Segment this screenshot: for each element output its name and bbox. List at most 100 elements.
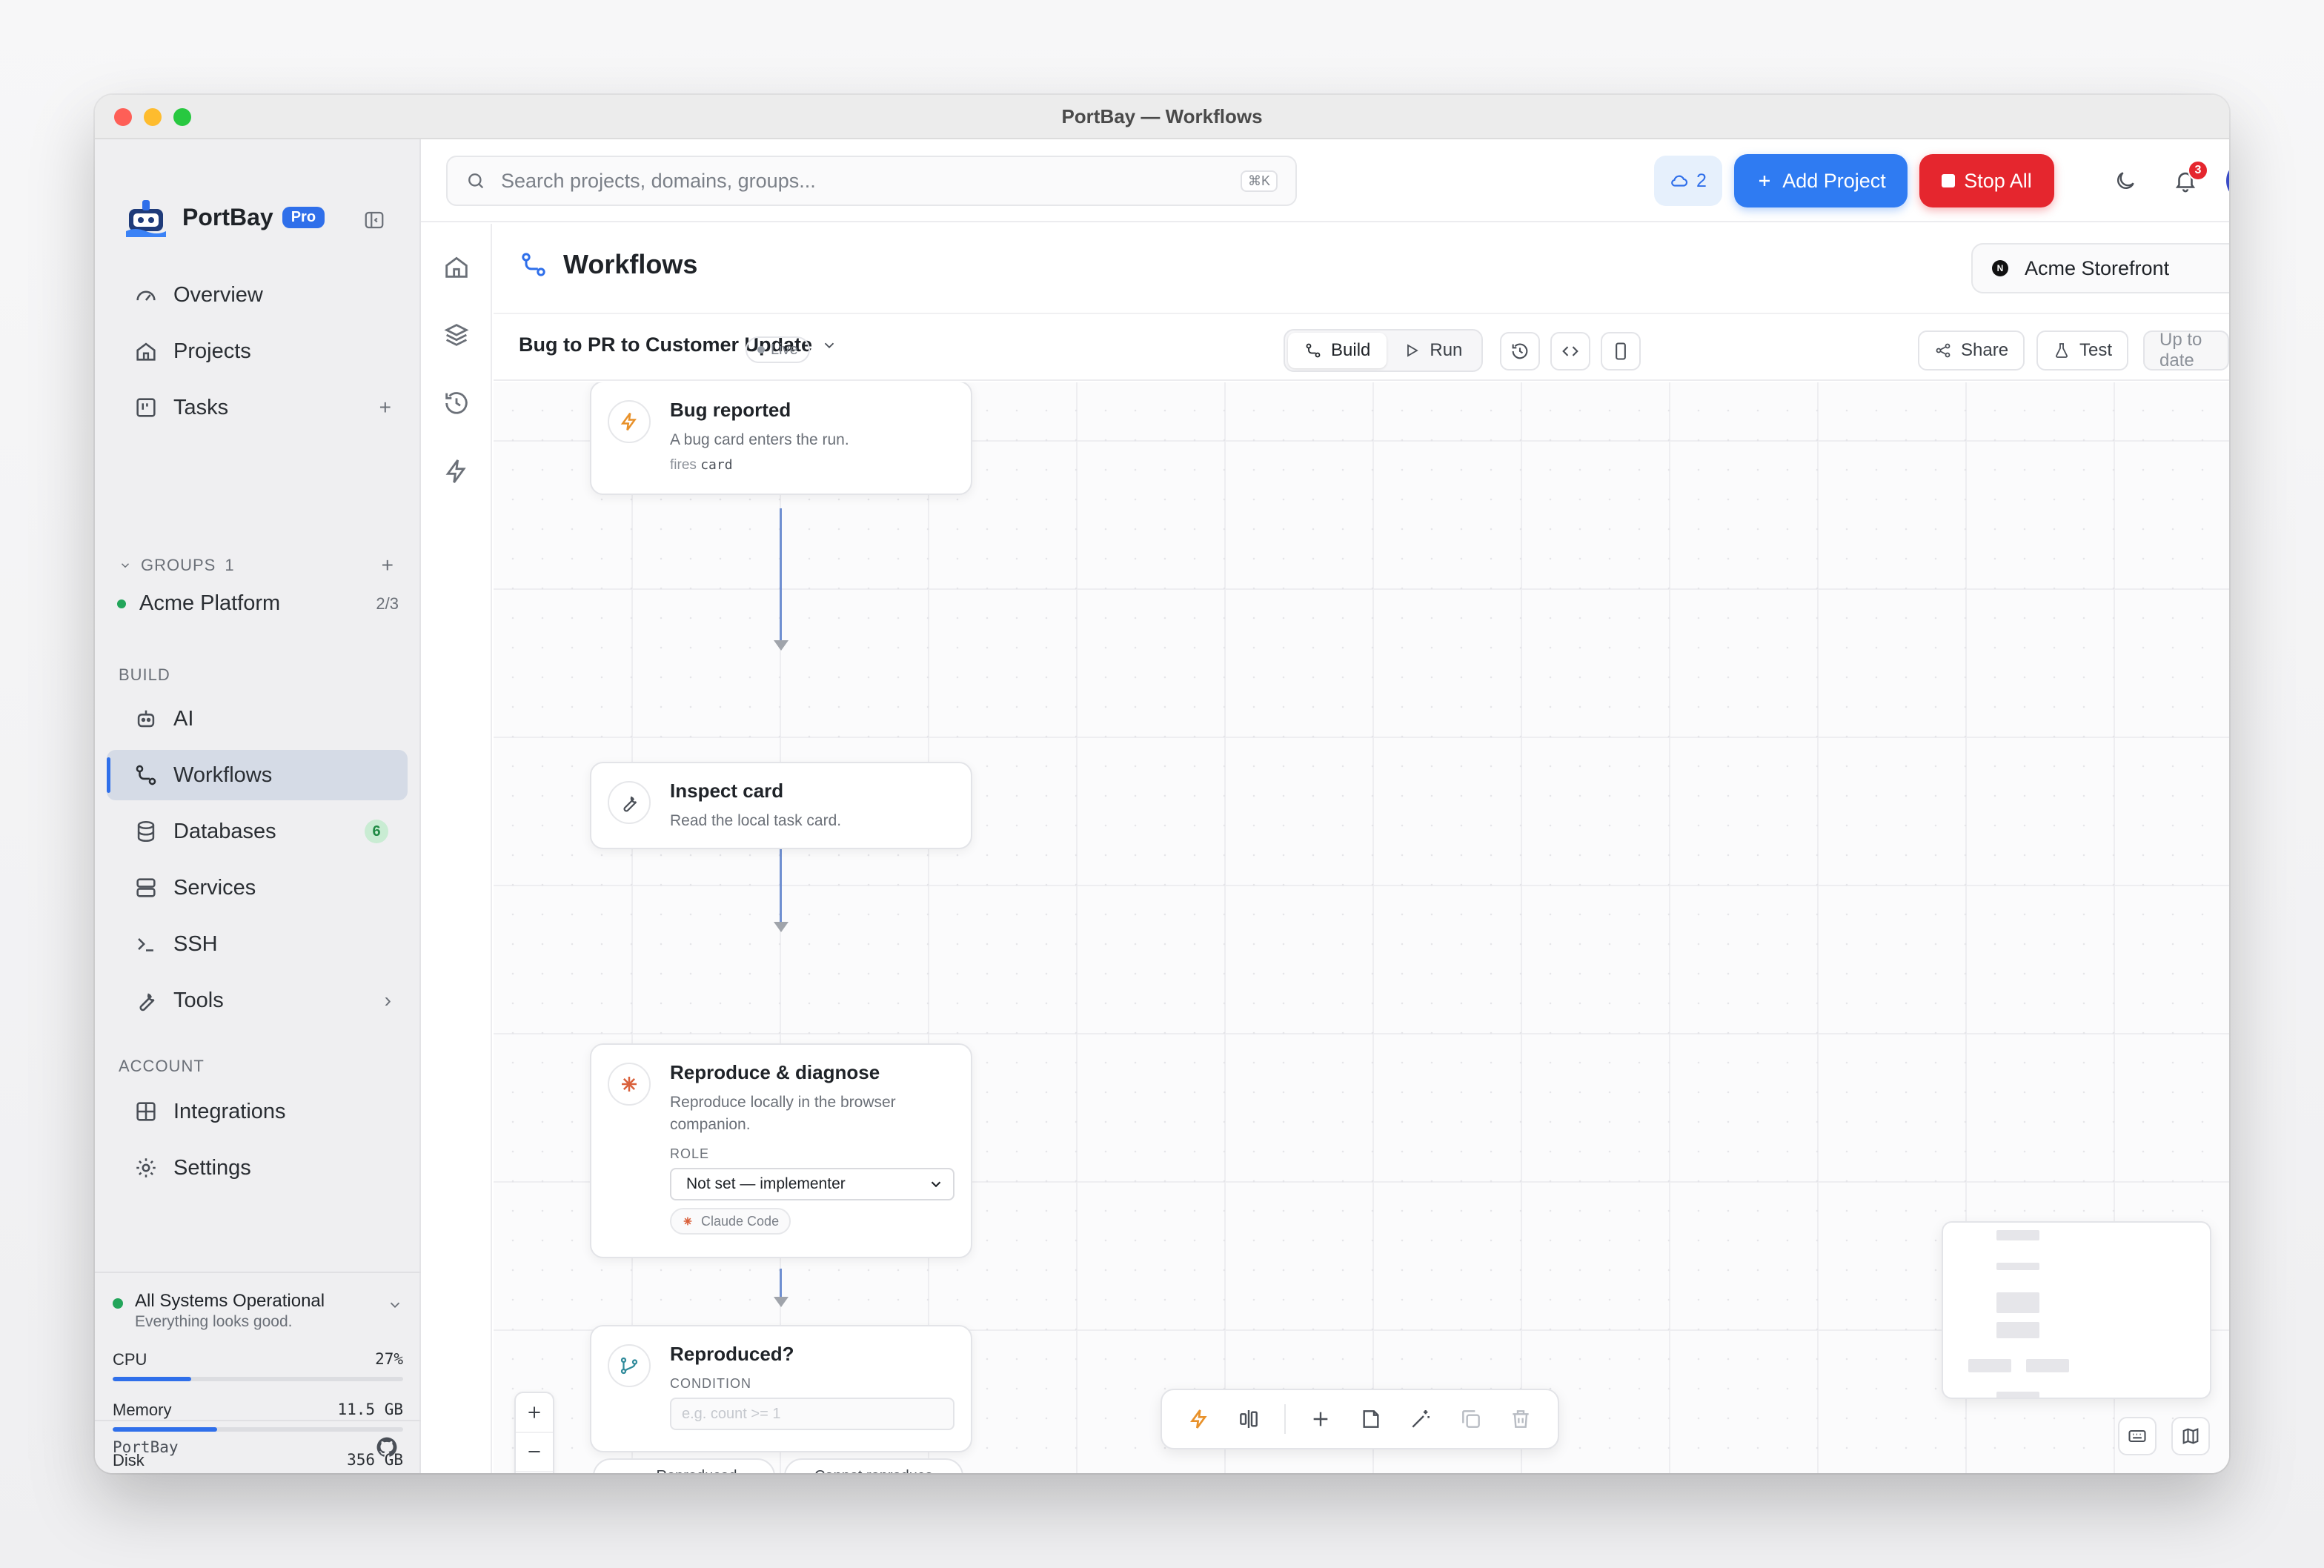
zoom-out-button[interactable] [516,1433,553,1472]
copy-icon [1461,1410,1480,1428]
wrench-icon [139,993,155,1011]
sidebar-item-overview[interactable]: Overview [107,270,408,320]
history-icon[interactable] [442,388,471,418]
sidebar-item-integrations[interactable]: Integrations [107,1086,408,1137]
build-section-label: BUILD [119,665,170,684]
git-branch-icon [608,1344,651,1387]
portbay-logo-icon [123,194,169,240]
fit-view-button[interactable] [516,1472,553,1473]
zoom-controls [514,1392,554,1473]
branch-reproduced[interactable]: Reproduced [593,1458,775,1473]
plus-icon [1313,1412,1328,1426]
branch-cannot-reproduce[interactable]: Cannot reproduce [784,1458,963,1473]
workflow-node-reproduce[interactable]: Reproduce & diagnose Reproduce locally i… [590,1043,972,1258]
role-select[interactable]: Not set — implementer [670,1168,954,1200]
sidebar-item-services[interactable]: Services [107,863,408,913]
node-title: Reproduced? [670,1343,794,1365]
page-title-text: Workflows [563,249,698,279]
add-task-button[interactable]: + [379,396,391,419]
toggle-minimap-button[interactable] [2171,1417,2210,1455]
keyboard-shortcuts-button[interactable] [2118,1417,2157,1455]
node-title: Inspect card [670,780,784,802]
canvas-toolbar [1161,1389,1559,1449]
dark-mode-toggle-icon[interactable] [2114,169,2137,193]
chevron-down-icon [824,342,834,348]
sidebar-item-ai[interactable]: AI [107,694,408,744]
cloud-sync-button[interactable]: 2 [1654,156,1722,206]
sidebar-item-tools[interactable]: Tools › [107,975,408,1026]
add-group-button[interactable]: + [382,554,394,577]
close-window-button[interactable] [114,108,132,126]
plan-badge: Pro [282,206,325,228]
add-trigger-button[interactable] [1184,1404,1214,1434]
brand[interactable]: PortBay Pro [123,194,325,240]
sidebar-item-workflows[interactable]: Workflows [107,750,408,800]
lightning-icon[interactable] [442,456,471,486]
workflow-status-badge: Live [746,336,810,363]
project-selector[interactable]: N Acme Storefront [1971,243,2229,293]
groups-header[interactable]: GROUPS 1 + [119,554,400,577]
align-nodes-button[interactable] [1234,1404,1264,1434]
system-status-summary[interactable]: All Systems Operational Everything looks… [113,1291,403,1331]
workflow-node-condition[interactable]: Reproduced? CONDITION e.g. count >= 1 [590,1325,972,1452]
sidebar-item-projects[interactable]: Projects [107,326,408,376]
chevron-down-icon [931,1181,941,1188]
search-input[interactable] [501,169,1227,193]
condition-input[interactable]: e.g. count >= 1 [670,1398,954,1430]
notification-count-badge: 3 [2188,160,2208,181]
add-node-button[interactable] [1306,1404,1335,1434]
mobile-preview-button[interactable] [1601,332,1641,371]
code-view-button[interactable] [1550,332,1590,371]
add-project-button[interactable]: Add Project [1734,154,1908,207]
global-search[interactable]: ⌘K [446,156,1297,206]
zoom-in-button[interactable] [516,1393,553,1433]
account-section-label: ACCOUNT [119,1057,205,1075]
groups-count: 1 [225,556,235,574]
cpu-usage-bar [113,1377,403,1381]
cloud-icon [1671,175,1688,187]
workflow-node-inspect[interactable]: Inspect card Read the local task card. [590,762,972,849]
sidebar-item-settings[interactable]: Settings [107,1143,408,1193]
database-count-badge: 6 [365,820,388,843]
bot-icon [137,710,155,728]
collapse-sidebar-icon[interactable] [363,209,385,231]
minimize-window-button[interactable] [144,108,162,126]
run-label: Run [1430,340,1463,360]
top-bar: ⌘K 2 Add Project Stop All 3 AD [421,139,2229,222]
auto-layout-button[interactable] [1406,1404,1435,1434]
layers-icon[interactable] [442,320,471,350]
group-item-acme-platform[interactable]: Acme Platform 2/3 [117,591,399,616]
publish-status-button[interactable]: Up to date [2143,330,2229,371]
sidebar: PortBay Pro Overview Projects Tasks + GR… [95,139,421,1473]
stop-all-button[interactable]: Stop All [1919,154,2054,207]
run-mode-tab[interactable]: Run [1387,333,1478,368]
user-avatar[interactable]: AD [2226,160,2229,202]
test-button[interactable]: Test [2036,330,2129,371]
github-icon[interactable] [375,1435,399,1459]
sidebar-item-tasks[interactable]: Tasks + [107,382,408,433]
metric-label: CPU [113,1350,147,1369]
minimap-node [1996,1392,2039,1398]
share-button[interactable]: Share [1918,330,2025,371]
edge-connector [780,1269,782,1298]
add-note-button[interactable] [1356,1404,1386,1434]
window-controls [114,108,191,126]
gear-icon [136,1158,156,1177]
trigger-icon [608,400,651,443]
node-description: A bug card enters the run. [670,431,849,448]
duplicate-button[interactable] [1456,1404,1486,1434]
workflow-node-trigger[interactable]: Bug reported A bug card enters the run. … [590,382,972,495]
zoom-window-button[interactable] [173,108,191,126]
home-icon[interactable] [442,252,471,282]
minimap[interactable] [1942,1221,2211,1399]
sidebar-item-ssh[interactable]: SSH [107,919,408,969]
groups-label: GROUPS [141,556,216,574]
kanban-icon [136,398,156,417]
sidebar-item-databases[interactable]: Databases 6 [107,806,408,857]
version-history-button[interactable] [1500,332,1540,371]
delete-button[interactable] [1506,1404,1536,1434]
home-icon [136,342,156,361]
build-mode-tab[interactable]: Build [1288,333,1387,368]
claude-sparkle-icon [608,1063,651,1106]
agent-chip[interactable]: Claude Code [670,1208,791,1235]
